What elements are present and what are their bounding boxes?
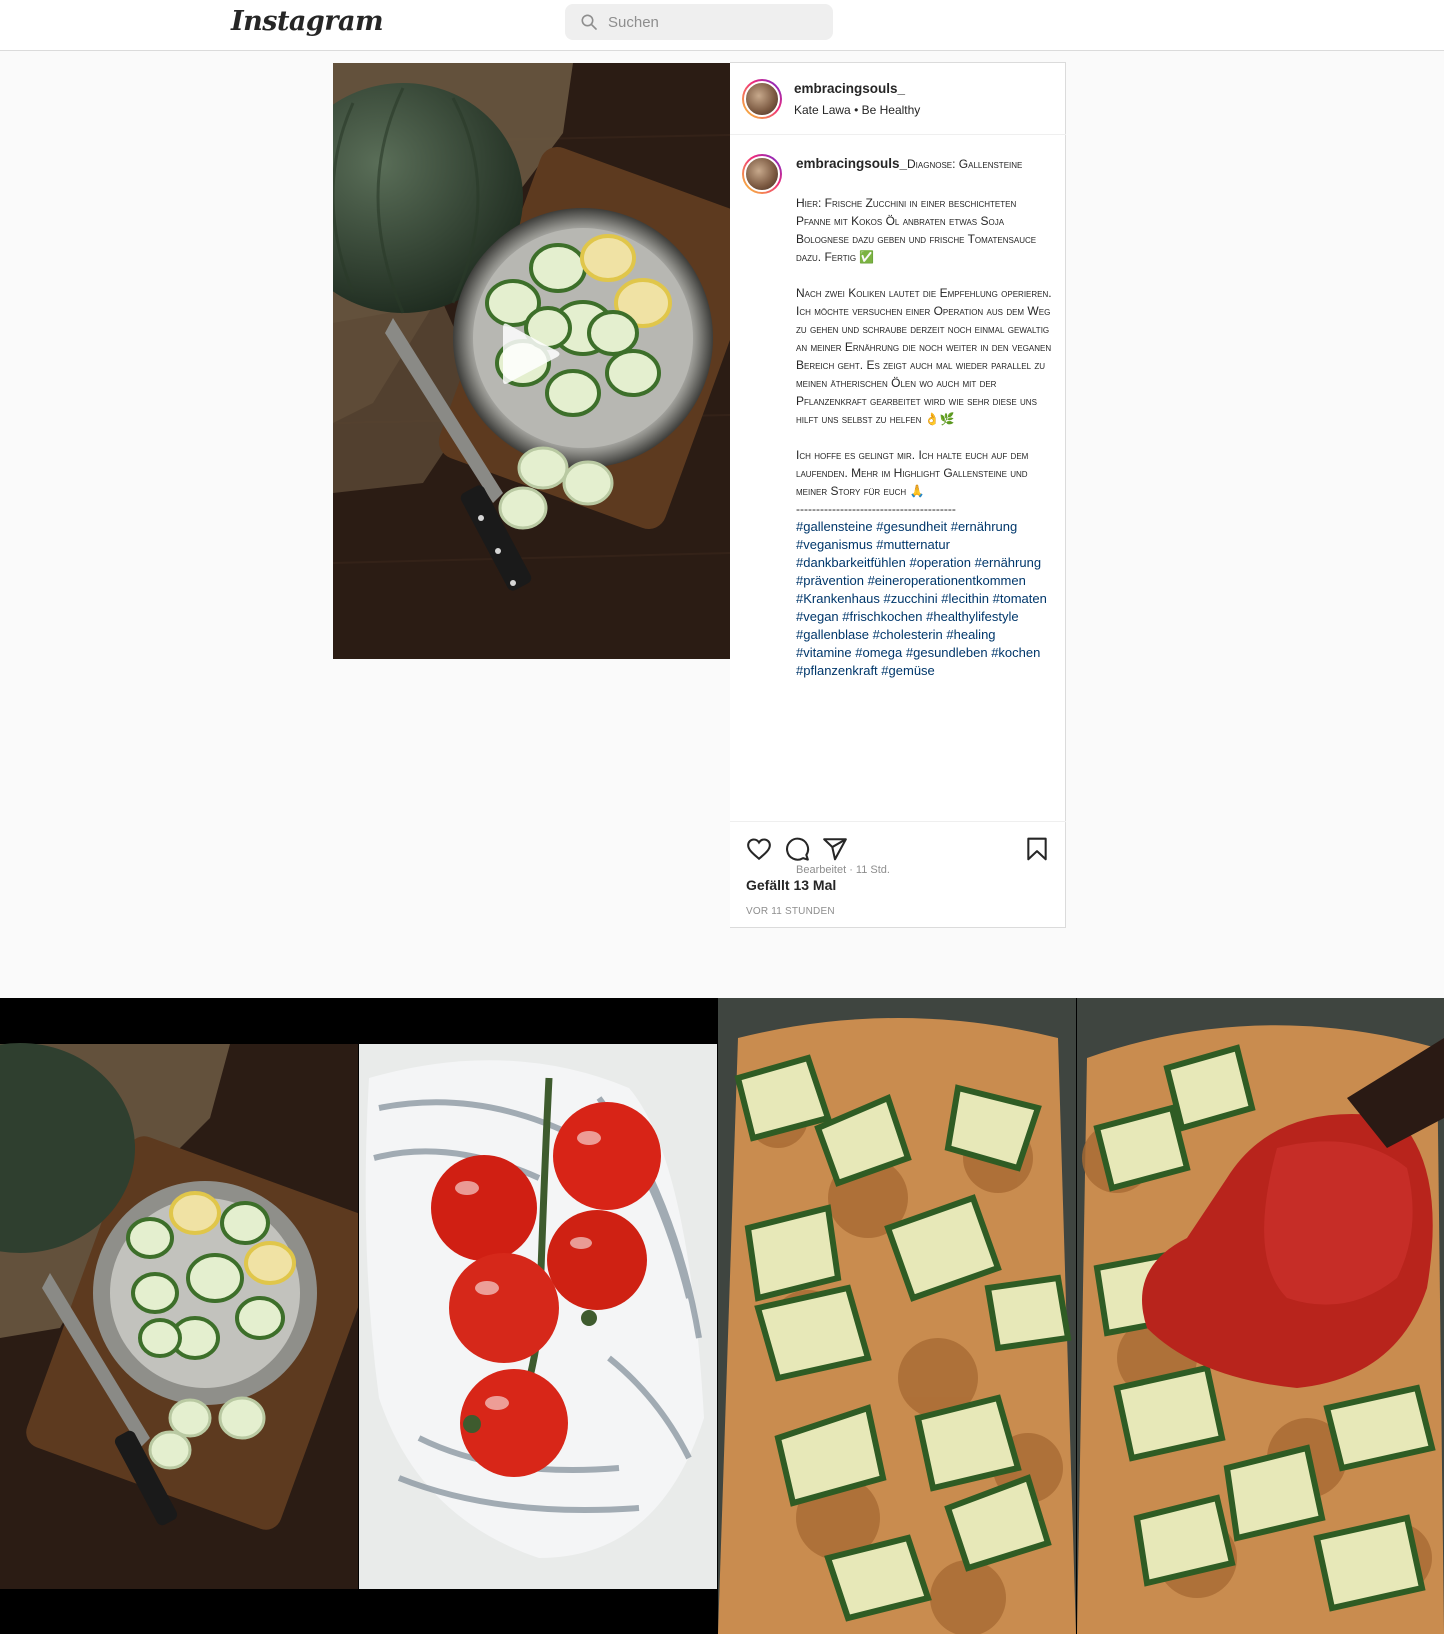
hashtag-link[interactable]: #mutternatur	[876, 537, 950, 552]
hashtag-link[interactable]: #healing	[946, 627, 995, 642]
separator-dot: •	[854, 103, 859, 117]
hashtag-link[interactable]: #operation	[909, 555, 970, 570]
search-box[interactable]	[565, 4, 833, 40]
top-navigation-bar: Instagram	[0, 0, 1444, 51]
pan-zucchini-frame	[718, 998, 1076, 1634]
hashtag-link[interactable]: #veganismus	[796, 537, 873, 552]
hashtag-link[interactable]: #ernährung	[975, 555, 1042, 570]
post-actions: Gefällt 13 Mal VOR 11 STUNDEN	[730, 821, 1066, 929]
zucchini-bowl-frame	[0, 998, 358, 1634]
search-icon	[581, 14, 597, 30]
search-input[interactable]	[608, 4, 818, 40]
caption-paragraph: Ich hoffe es gelingt mir. Ich halte euch…	[796, 448, 1029, 498]
frame-thumbnail[interactable]	[359, 998, 717, 1634]
instagram-logo[interactable]: Instagram	[231, 6, 384, 37]
caption-paragraph: Hier: Frische Zucchini in einer beschich…	[796, 196, 1037, 264]
post-details-panel: embracingsouls_ Kate Lawa • Be Healthy e…	[730, 62, 1066, 928]
hashtag-link[interactable]: #gallensteine	[796, 519, 873, 534]
likes-count[interactable]: Gefällt 13 Mal	[746, 877, 836, 893]
post-header: embracingsouls_ Kate Lawa • Be Healthy	[730, 63, 1066, 135]
hashtag-link[interactable]: #dankbarkeitfühlen	[796, 555, 906, 570]
caption-body: Hier: Frische Zucchini in einer beschich…	[796, 194, 1052, 680]
post-time: VOR 11 STUNDEN	[746, 906, 835, 917]
post-video[interactable]	[333, 63, 730, 659]
comment-icon[interactable]	[784, 836, 810, 862]
bookmark-icon[interactable]	[1024, 836, 1050, 862]
hashtag-link[interactable]: #tomaten	[993, 591, 1047, 606]
post-author-subline: Kate Lawa • Be Healthy	[794, 103, 920, 117]
hashtag-link[interactable]: #zucchini	[883, 591, 937, 606]
tomatoes-frame	[359, 998, 717, 1634]
author-display-name: Kate Lawa	[794, 103, 851, 117]
hashtag-link[interactable]: #eineroperationentkommen	[868, 573, 1026, 588]
heart-icon[interactable]	[746, 836, 772, 862]
hashtag-link[interactable]: #omega	[855, 645, 902, 660]
avatar[interactable]	[742, 154, 782, 194]
author-subtitle: Be Healthy	[861, 103, 921, 117]
hashtag-link[interactable]: #lecithin	[941, 591, 989, 606]
hashtag-link[interactable]: #ernährung	[951, 519, 1018, 534]
hashtag-link[interactable]: #vegan	[796, 609, 839, 624]
hashtag-link[interactable]: #vitamine	[796, 645, 852, 660]
avatar[interactable]	[742, 79, 782, 119]
hashtag-link[interactable]: #pflanzenkraft	[796, 663, 878, 678]
frame-thumbnail[interactable]	[0, 998, 358, 1634]
play-icon[interactable]	[495, 319, 565, 389]
hashtag-link[interactable]: #gallenblase	[796, 627, 869, 642]
hashtag-link[interactable]: #healthylifestyle	[926, 609, 1019, 624]
frame-thumbnail[interactable]	[718, 998, 1076, 1634]
hashtag-list: #gallensteine #gesundheit #ernährung #ve…	[796, 518, 1052, 680]
share-icon[interactable]	[822, 836, 848, 862]
frame-thumbnail[interactable]	[1077, 998, 1444, 1634]
caption-paragraph: Nach zwei Koliken lautet die Empfehlung …	[796, 286, 1052, 426]
hashtag-link[interactable]: #gesundleben	[906, 645, 988, 660]
hashtag-link[interactable]: #cholesterin	[873, 627, 943, 642]
hashtag-link[interactable]: #Krankenhaus	[796, 591, 880, 606]
caption-section: embracingsouls_ Diagnose: Gallensteine H…	[730, 136, 1066, 886]
tomato-sauce-frame	[1077, 998, 1444, 1634]
caption-username[interactable]: embracingsouls_	[796, 156, 907, 171]
hashtag-link[interactable]: #gesundheit	[876, 519, 947, 534]
hashtag-link[interactable]: #kochen	[991, 645, 1040, 660]
post-author-username[interactable]: embracingsouls_	[794, 81, 905, 96]
hashtag-link[interactable]: #prävention	[796, 573, 864, 588]
caption-title: Diagnose: Gallensteine	[907, 157, 1023, 171]
caption-divider: ----------------------------------------	[796, 502, 956, 516]
hashtag-link[interactable]: #frischkochen	[842, 609, 922, 624]
hashtag-link[interactable]: #gemüse	[881, 663, 934, 678]
related-frames-strip	[0, 998, 1444, 1634]
